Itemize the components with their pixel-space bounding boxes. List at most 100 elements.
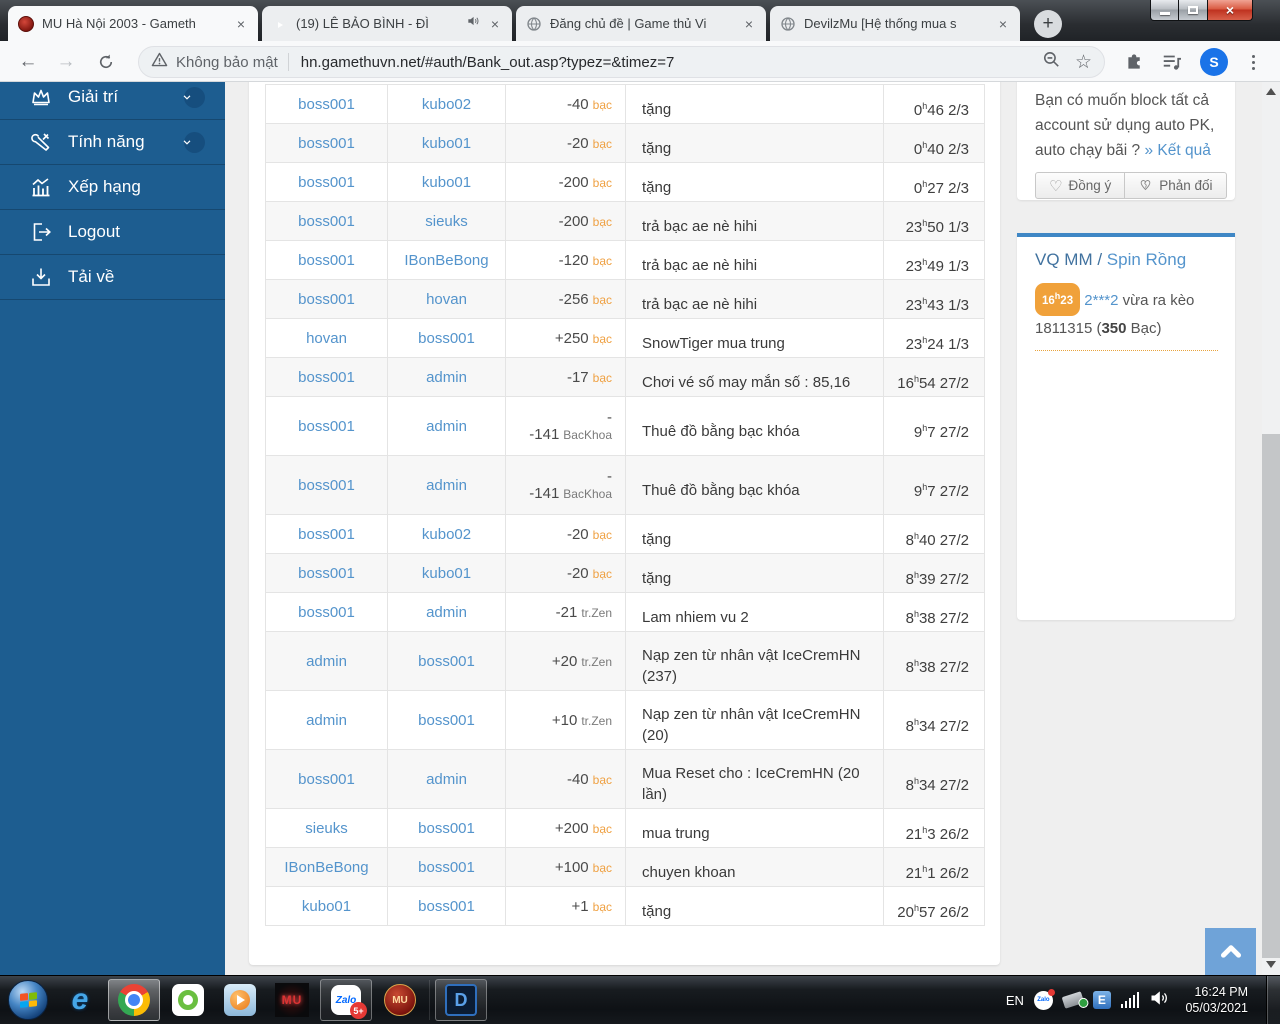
sender-link[interactable]: boss001 (265, 201, 388, 241)
sidebar-item-giai-tri[interactable]: Giải trí (0, 82, 225, 120)
tab-close-icon[interactable]: × (232, 15, 250, 33)
receiver-link[interactable]: boss001 (387, 847, 506, 887)
sender-link[interactable]: boss001 (265, 162, 388, 202)
sender-link[interactable]: boss001 (265, 749, 388, 809)
receiver-link[interactable]: boss001 (387, 886, 506, 926)
sender-link[interactable]: boss001 (265, 84, 388, 124)
sender-link[interactable]: boss001 (265, 240, 388, 280)
tray-zalo-icon[interactable]: Zalo (1033, 988, 1055, 1010)
scrollbar-down-arrow-icon[interactable] (1266, 961, 1276, 968)
tray-usb-icon[interactable] (1061, 991, 1090, 1010)
tab-youtube[interactable]: (19) LÊ BẢO BÌNH - ĐÌ × (262, 6, 512, 41)
sidebar-item-tinh-nang[interactable]: Tính năng (0, 120, 225, 165)
chevron-down-icon[interactable] (183, 86, 205, 108)
sender-link[interactable]: boss001 (265, 592, 388, 632)
receiver-link[interactable]: admin (387, 396, 506, 456)
taskbar-ie-icon[interactable]: e (54, 979, 106, 1021)
sender-link[interactable]: boss001 (265, 455, 388, 515)
sender-link[interactable]: boss001 (265, 357, 388, 397)
vq-mm-link[interactable]: VQ MM (1035, 250, 1093, 269)
receiver-link[interactable]: boss001 (387, 631, 506, 691)
window-close-button[interactable]: × (1207, 0, 1253, 21)
network-signal-icon[interactable] (1120, 992, 1140, 1008)
playlist-icon[interactable] (1160, 50, 1184, 74)
receiver-link[interactable]: IBonBeBong (387, 240, 506, 280)
sender-link[interactable]: admin (265, 631, 388, 691)
tray-unikey-icon[interactable]: E (1092, 991, 1111, 1009)
sender-link[interactable]: admin (265, 690, 388, 750)
taskbar-d-game-icon[interactable]: D (435, 979, 487, 1021)
profile-avatar[interactable]: S (1200, 48, 1228, 76)
sidebar-item-logout[interactable]: Logout (0, 210, 225, 255)
sender-link[interactable]: IBonBeBong (265, 847, 388, 887)
taskbar-mu-launcher-icon[interactable]: MU (374, 979, 426, 1021)
receiver-link[interactable]: hovan (387, 279, 506, 319)
taskbar-zalo-icon[interactable]: Zalo 5+ (320, 979, 372, 1021)
receiver-link[interactable]: admin (387, 749, 506, 809)
receiver-link[interactable]: kubo01 (387, 553, 506, 593)
receiver-link[interactable]: kubo01 (387, 162, 506, 202)
spin-user-link[interactable]: 2***2 (1084, 292, 1118, 309)
refresh-button[interactable] (92, 48, 120, 76)
language-indicator[interactable]: EN (1006, 993, 1024, 1008)
table-row: boss001 kubo01 -200 bạc tặng 0h27 2/3 (265, 162, 985, 202)
window-minimize-button[interactable] (1150, 0, 1179, 21)
poll-agree-button[interactable]: ♡ Đồng ý (1035, 172, 1126, 199)
security-warning-icon[interactable] (151, 51, 168, 73)
sender-link[interactable]: sieuks (265, 808, 388, 848)
url-bar[interactable]: Không bảo mật hn.gamethuvn.net/#auth/Ban… (138, 46, 1105, 78)
receiver-link[interactable]: admin (387, 455, 506, 515)
receiver-link[interactable]: admin (387, 592, 506, 632)
spin-rong-link[interactable]: Spin Rồng (1107, 250, 1186, 269)
receiver-link[interactable]: boss001 (387, 808, 506, 848)
tab-gamethu-forum[interactable]: Đăng chủ đề | Game thủ Vi × (516, 6, 766, 41)
sender-link[interactable]: hovan (265, 318, 388, 358)
tab-devilzmu[interactable]: DevilzMu [Hệ thống mua s × (770, 6, 1020, 41)
receiver-link[interactable]: sieuks (387, 201, 506, 241)
window-maximize-button[interactable] (1179, 0, 1207, 21)
sender-link[interactable]: boss001 (265, 123, 388, 163)
receiver-link[interactable]: admin (387, 357, 506, 397)
tab-close-icon[interactable]: × (740, 15, 758, 33)
taskbar-clock[interactable]: 16:24 PM 05/03/2021 (1185, 984, 1248, 1016)
chevron-down-icon[interactable] (183, 131, 205, 153)
tab-audio-icon[interactable] (466, 14, 480, 33)
receiver-link[interactable]: kubo01 (387, 123, 506, 163)
scroll-to-top-button[interactable] (1205, 928, 1256, 975)
tab-close-icon[interactable]: × (486, 15, 504, 33)
receiver-link[interactable]: boss001 (387, 690, 506, 750)
taskbar-mu-game-icon[interactable]: MU (266, 979, 318, 1021)
scrollbar-thumb[interactable] (1262, 434, 1280, 958)
taskbar-chrome-icon[interactable] (108, 979, 160, 1021)
start-button[interactable] (8, 980, 48, 1020)
sidebar-item-tai-ve[interactable]: Tải về (0, 255, 225, 300)
forward-button[interactable]: → (52, 48, 80, 76)
receiver-link[interactable]: boss001 (387, 318, 506, 358)
receiver-link[interactable]: kubo02 (387, 84, 506, 124)
bookmark-star-icon[interactable]: ☆ (1075, 51, 1092, 74)
zoom-magnifier-icon[interactable] (1042, 50, 1061, 74)
extensions-puzzle-icon[interactable] (1122, 50, 1146, 74)
volume-icon[interactable] (1149, 988, 1169, 1013)
poll-disagree-button[interactable]: Phản đối (1124, 172, 1227, 199)
show-desktop-button[interactable] (1266, 975, 1280, 1024)
back-button[interactable]: ← (14, 48, 42, 76)
receiver-link[interactable]: kubo02 (387, 514, 506, 554)
tab-close-icon[interactable]: × (994, 15, 1012, 33)
scrollbar-up-arrow-icon[interactable] (1266, 88, 1276, 95)
tab-mu-hanoi[interactable]: MU Hà Nội 2003 - Gameth × (8, 6, 258, 41)
new-tab-button[interactable]: + (1034, 10, 1062, 38)
time-cell: 8h39 27/2 (883, 553, 985, 593)
browser-menu-icon[interactable] (1246, 50, 1260, 74)
sender-link[interactable]: boss001 (265, 514, 388, 554)
sender-link[interactable]: boss001 (265, 279, 388, 319)
taskbar-coccoc-icon[interactable] (162, 979, 214, 1021)
poll-result-link[interactable]: » Kết quả (1144, 142, 1210, 159)
sidebar-item-xep-hang[interactable]: Xếp hạng (0, 165, 225, 210)
page-scrollbar[interactable] (1262, 82, 1280, 975)
sender-link[interactable]: kubo01 (265, 886, 388, 926)
sender-link[interactable]: boss001 (265, 553, 388, 593)
amount-cell: - -141 BacKhoa (505, 455, 626, 515)
sender-link[interactable]: boss001 (265, 396, 388, 456)
taskbar-media-player-icon[interactable] (214, 979, 266, 1021)
